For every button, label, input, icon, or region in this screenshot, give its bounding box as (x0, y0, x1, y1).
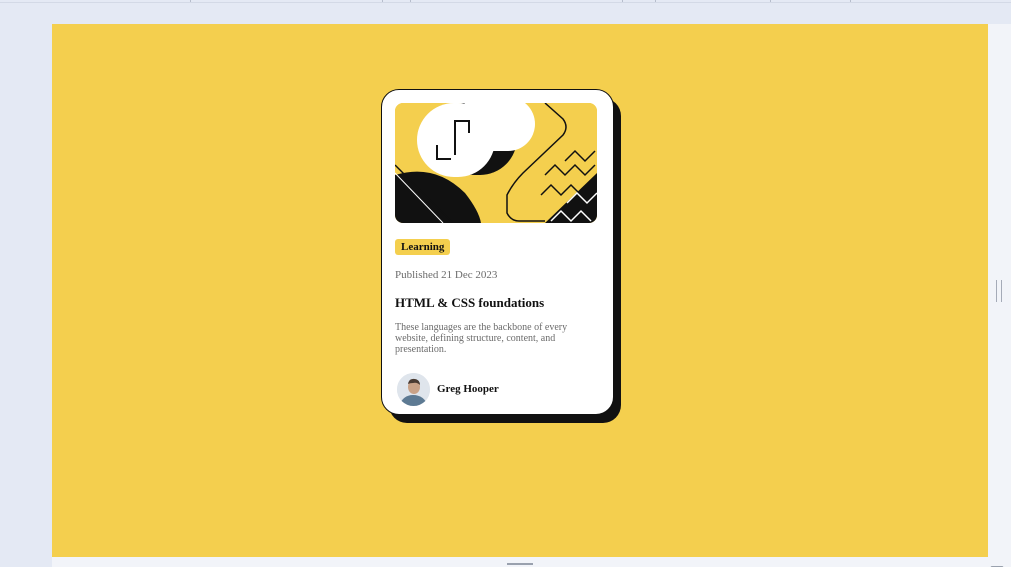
ruler-tick (382, 0, 383, 2)
card-title[interactable]: HTML & CSS foundations (395, 295, 544, 311)
ruler-tick (622, 0, 623, 2)
card-description: These languages are the backbone of ever… (395, 322, 568, 355)
abstract-illustration-icon (395, 103, 597, 223)
ruler-tick (190, 0, 191, 2)
bottom-bar (52, 557, 1011, 567)
card-illustration (395, 103, 597, 223)
ruler-tick (770, 0, 771, 2)
author-avatar (397, 373, 430, 406)
ruler-tick (655, 0, 656, 2)
resize-handle-bottom[interactable] (507, 563, 533, 565)
blog-preview-card: Learning Published 21 Dec 2023 HTML & CS… (381, 89, 614, 415)
author-name: Greg Hooper (437, 383, 499, 395)
top-ruler (0, 0, 1011, 3)
ruler-tick (410, 0, 411, 2)
resize-handle-right[interactable] (996, 280, 1002, 302)
avatar-icon (397, 373, 430, 406)
category-tag: Learning (395, 239, 451, 255)
published-date: Published 21 Dec 2023 (395, 269, 498, 281)
ruler-tick (850, 0, 851, 2)
